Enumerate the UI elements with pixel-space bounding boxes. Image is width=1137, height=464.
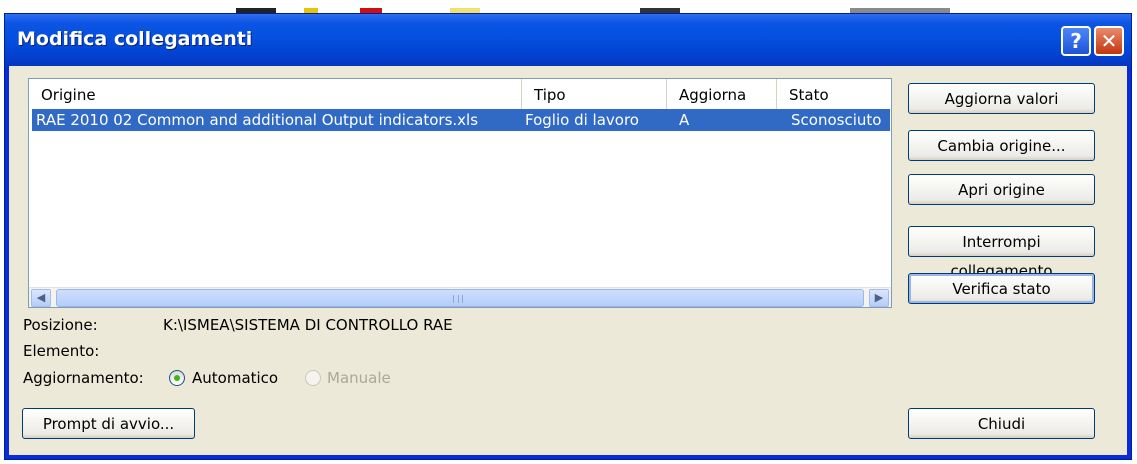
links-list[interactable]: Origine Tipo Aggiorna Stato RAE 2010 02 …: [28, 78, 892, 308]
column-stato[interactable]: Stato: [777, 79, 891, 109]
update-mode-label: Aggiornamento:: [23, 369, 144, 387]
dialog-title: Modifica collegamenti: [17, 28, 253, 50]
element-label: Elemento:: [23, 342, 100, 360]
table-row[interactable]: RAE 2010 02 Common and additional Output…: [32, 109, 890, 131]
close-icon[interactable]: ✕: [1094, 26, 1124, 56]
cell-tipo: Foglio di lavoro: [525, 111, 639, 129]
edit-links-dialog: Modifica collegamenti ? ✕ Origine Tipo A…: [4, 13, 1132, 460]
horizontal-scrollbar[interactable]: ◀ ▶: [29, 287, 891, 307]
automatic-radio[interactable]: [169, 370, 185, 386]
list-header: Origine Tipo Aggiorna Stato: [29, 79, 891, 109]
scrollbar-thumb[interactable]: [56, 289, 864, 307]
help-button[interactable]: ?: [1061, 26, 1091, 56]
manual-radio[interactable]: [305, 370, 321, 386]
cell-stato: Sconosciuto: [791, 111, 882, 129]
column-origine[interactable]: Origine: [29, 79, 522, 109]
break-link-button[interactable]: Interrompi collegamento: [908, 226, 1095, 280]
check-status-button[interactable]: Verifica stato: [908, 273, 1095, 304]
cell-aggiorna: A: [679, 111, 690, 129]
manual-radio-label[interactable]: Manuale: [327, 369, 391, 387]
scroll-right-icon[interactable]: ▶: [869, 289, 889, 307]
automatic-radio-label[interactable]: Automatico: [192, 369, 278, 387]
column-aggiorna[interactable]: Aggiorna: [667, 79, 777, 109]
cell-origine: RAE 2010 02 Common and additional Output…: [36, 111, 479, 129]
change-source-button[interactable]: Cambia origine...: [908, 130, 1095, 161]
startup-prompt-button[interactable]: Prompt di avvio...: [22, 408, 195, 439]
update-values-button[interactable]: Aggiorna valori: [908, 83, 1095, 114]
grip-icon: [453, 295, 463, 303]
title-bar[interactable]: Modifica collegamenti ? ✕: [5, 14, 1131, 66]
position-label: Posizione:: [23, 316, 98, 334]
position-value: K:\ISMEA\SISTEMA DI CONTROLLO RAE: [163, 316, 453, 334]
dialog-body: Origine Tipo Aggiorna Stato RAE 2010 02 …: [9, 66, 1127, 455]
open-source-button[interactable]: Apri origine: [908, 174, 1095, 205]
radio-selected-dot: [174, 375, 180, 381]
scroll-left-icon[interactable]: ◀: [31, 289, 51, 307]
column-tipo[interactable]: Tipo: [522, 79, 667, 109]
close-button[interactable]: Chiudi: [908, 408, 1095, 439]
